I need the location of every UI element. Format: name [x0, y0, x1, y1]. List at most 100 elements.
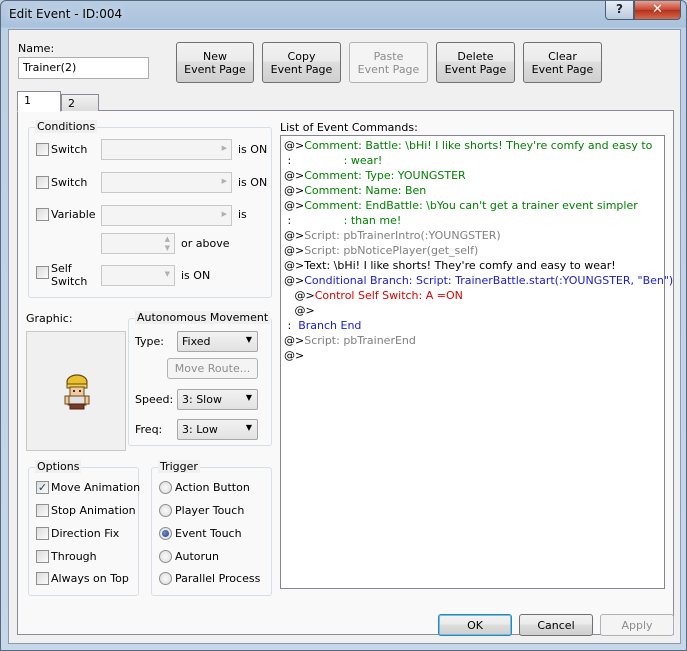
command-prefix: @>	[284, 184, 305, 197]
switch2-suffix: is ON	[238, 176, 268, 189]
tab-page-1[interactable]: 1	[17, 91, 61, 112]
direction-fix-label: Direction Fix	[51, 527, 120, 540]
command-text: Comment: Type: YOUNGSTER	[304, 169, 466, 182]
parallel-process-radio[interactable]	[159, 572, 172, 585]
always-on-top-checkbox[interactable]	[36, 572, 49, 585]
command-text: Control Self Switch: A =ON	[314, 289, 463, 302]
conditions-title: Conditions	[35, 120, 98, 133]
command-text: : than me!	[291, 214, 402, 227]
player-touch-label: Player Touch	[175, 504, 245, 517]
window-title: Edit Event - ID:004	[9, 7, 123, 21]
title-bar[interactable]: Edit Event - ID:004 ? ✕	[1, 1, 686, 28]
command-text: Script: pbTrainerEnd	[304, 334, 416, 347]
command-prefix: @>	[284, 274, 305, 287]
self-switch-checkbox[interactable]	[36, 266, 49, 279]
type-label: Type:	[135, 335, 164, 348]
trigger-title: Trigger	[158, 460, 200, 473]
command-line[interactable]: : : than me!	[284, 213, 661, 228]
event-touch-radio[interactable]	[159, 527, 172, 540]
delete-button-line1: Delete	[457, 49, 494, 63]
event-commands-list[interactable]: @> Comment: Battle: \bHi! I like shorts! …	[280, 135, 673, 589]
type-value: Fixed	[182, 335, 211, 348]
action-button-label: Action Button	[175, 481, 250, 494]
through-checkbox[interactable]	[36, 550, 49, 563]
speed-label: Speed:	[135, 393, 174, 406]
new-button-line1: New	[203, 49, 227, 63]
command-line[interactable]: @>Script: pbNoticePlayer(get_self)	[284, 243, 661, 258]
move-animation-checkbox[interactable]: ✓	[36, 481, 49, 494]
command-line[interactable]: @>	[284, 348, 661, 363]
new-event-page-button[interactable]: New Event Page	[176, 42, 254, 83]
switch1-label: Switch	[51, 143, 88, 156]
new-button-line2: Event Page	[184, 62, 246, 76]
parallel-process-label: Parallel Process	[175, 572, 261, 585]
switch2-selector[interactable]: ▶	[101, 172, 232, 193]
command-line[interactable]: @>Comment: Name: Ben	[284, 183, 661, 198]
freq-dropdown[interactable]: 3: Low ▼	[177, 419, 258, 440]
switch1-selector[interactable]: ▶	[101, 139, 232, 160]
event-name-input[interactable]: Trainer(2)	[18, 57, 149, 79]
command-prefix: @>	[284, 199, 305, 212]
command-prefix: @>	[284, 169, 305, 182]
command-line[interactable]: @>Script: pbTrainerIntro(:YOUNGSTER)	[284, 228, 661, 243]
variable-value-spinner[interactable]: ▲ ▼	[101, 233, 175, 254]
command-prefix: @>	[284, 259, 305, 272]
delete-event-page-button[interactable]: Delete Event Page	[436, 42, 515, 83]
command-text: Text: \bHi! I like shorts! They're comfy…	[304, 259, 616, 272]
graphic-preview[interactable]	[26, 331, 126, 451]
cancel-button[interactable]: Cancel	[519, 614, 593, 636]
command-line[interactable]: : Branch End	[284, 318, 661, 333]
event-commands-title: List of Event Commands:	[280, 121, 418, 134]
autonomous-movement-title: Autonomous Movement	[135, 311, 271, 324]
command-prefix: @>	[284, 334, 305, 347]
command-text: Comment: Name: Ben	[304, 184, 427, 197]
ok-button[interactable]: OK	[438, 614, 512, 636]
player-touch-radio[interactable]	[159, 504, 172, 517]
command-line[interactable]: @>Script: pbTrainerEnd	[284, 333, 661, 348]
variable-checkbox[interactable]	[36, 208, 49, 221]
variable-selector[interactable]: ▶	[101, 205, 232, 226]
command-text: Branch End	[291, 319, 362, 332]
action-button-radio[interactable]	[159, 481, 172, 494]
edit-event-window: Edit Event - ID:004 ? ✕ Name: Trainer(2)…	[0, 0, 687, 651]
switch2-checkbox[interactable]	[36, 176, 49, 189]
command-line[interactable]: @>	[284, 303, 661, 318]
command-line[interactable]: @>Comment: EndBattle: \bYou can't get a …	[284, 198, 661, 213]
tab-page-2[interactable]: 2	[61, 94, 99, 111]
direction-fix-checkbox[interactable]	[36, 527, 49, 540]
paste-event-page-button[interactable]: Paste Event Page	[349, 42, 428, 83]
command-line[interactable]: @>Comment: Type: YOUNGSTER	[284, 168, 661, 183]
self-switch-arrow-icon: ▼	[164, 270, 170, 278]
command-line[interactable]: : : wear!	[284, 153, 661, 168]
command-text: Comment: Battle: \bHi! I like shorts! Th…	[304, 139, 653, 152]
clear-event-page-button[interactable]: Clear Event Page	[523, 42, 602, 83]
command-line[interactable]: @>Control Self Switch: A =ON	[284, 288, 661, 303]
stop-animation-checkbox[interactable]	[36, 504, 49, 517]
command-line[interactable]: @>Text: \bHi! I like shorts! They're com…	[284, 258, 661, 273]
switch1-checkbox[interactable]	[36, 143, 49, 156]
delete-button-line2: Event Page	[444, 62, 507, 76]
move-route-button[interactable]: Move Route...	[167, 358, 258, 379]
freq-chevron-down-icon: ▼	[245, 423, 252, 432]
command-text: Script: pbNoticePlayer(get_self)	[304, 244, 479, 257]
autorun-label: Autorun	[175, 550, 220, 563]
paste-button-line1: Paste	[373, 49, 404, 63]
command-text: : wear!	[291, 154, 383, 167]
speed-dropdown[interactable]: 3: Slow ▼	[177, 389, 258, 410]
command-prefix: @>	[284, 244, 305, 257]
command-line[interactable]: @>Conditional Branch: Script: TrainerBat…	[284, 273, 673, 288]
close-button[interactable]: ✕	[634, 1, 681, 20]
help-button[interactable]: ?	[605, 1, 634, 20]
command-prefix: @>	[284, 229, 305, 242]
command-line[interactable]: @>Comment: Battle: \bHi! I like shorts! …	[284, 138, 661, 153]
graphic-label: Graphic:	[26, 312, 73, 325]
copy-event-page-button[interactable]: Copy Event Page	[262, 42, 341, 83]
autorun-radio[interactable]	[159, 550, 172, 563]
self-switch-selector[interactable]: ▼	[101, 265, 175, 286]
or-above-label: or above	[181, 237, 230, 250]
switch1-suffix: is ON	[238, 143, 268, 156]
type-dropdown[interactable]: Fixed ▼	[177, 331, 258, 352]
command-prefix: @>	[284, 349, 305, 362]
spinner-down-icon: ▼	[164, 244, 170, 252]
apply-button[interactable]: Apply	[600, 614, 674, 636]
